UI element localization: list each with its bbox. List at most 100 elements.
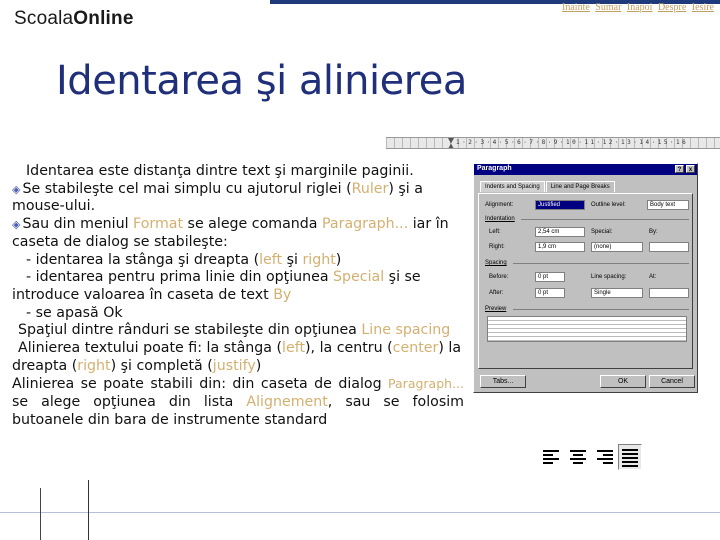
diamond-bullet-icon: ◈ [12,218,21,232]
after-input[interactable]: 0 pt [535,288,565,298]
tab-indents-spacing[interactable]: Indents and Spacing [480,181,545,192]
special-label: Special: [591,229,613,235]
at-label: At: [649,274,657,280]
keyword: By [273,286,292,303]
right-indent-input[interactable]: 1,9 cm [535,242,585,252]
logo: ScoalaOnline [14,8,134,29]
keyword: left [282,340,306,357]
nav-iesire[interactable]: Iesire [692,2,714,13]
paragraph-4: - identarea la stânga şi dreapta (left ş… [12,252,464,270]
paragraph-1: Identarea este distanţa dintre text şi m… [12,163,464,181]
keyword: right [302,251,336,268]
keyword: left [259,251,283,268]
diamond-bullet-icon: ◈ [12,182,21,196]
alignment-select[interactable]: Justified [535,200,585,210]
by-input[interactable] [649,242,689,252]
after-label: After: [489,290,504,296]
line-spacing-select[interactable]: Single [591,288,643,298]
term-spatiul: Spaţiul [18,322,68,339]
keyword: right [77,357,111,374]
align-right-icon[interactable] [592,444,616,470]
page-title: Identarea şi alinierea [56,58,467,104]
text: ), la centru ( [305,340,393,357]
keyword: Alignement [246,394,328,411]
term-alinierea: Alinierea [18,340,81,357]
text: - identarea pentru prima linie din opţiu… [26,269,334,286]
outline-level-select[interactable]: Body text [647,200,689,210]
keyword: Paragraph... [388,376,464,392]
text: ) şi completă ( [110,357,213,374]
tab-line-page-breaks[interactable]: Line and Page Breaks [545,181,615,192]
paragraph-dialog: Paragraph ? x Indents and Spacing Line an… [473,163,698,393]
special-select[interactable]: (none) [591,242,643,252]
before-input[interactable]: 0 pt [535,272,565,282]
align-left-icon[interactable] [540,444,564,470]
alignment-toolbar [540,444,642,470]
text: dintre rânduri se stabileşte din opţiune… [67,322,362,339]
text: Sau din meniul [22,216,134,233]
nav-sumar[interactable]: Sumar [595,2,621,13]
at-input[interactable] [649,288,689,298]
text: ) [255,357,262,374]
footer-vertical-line [40,488,41,540]
nav-despre[interactable]: Despre [658,2,686,13]
ruler[interactable]: 1·2·3·4·5·6·7·8·9·10·11·12·13·14·15·16 [386,137,720,149]
keyword: Format [133,216,184,233]
left-indent-input[interactable]: 2,54 cm [535,227,585,237]
keyword: center [392,340,439,357]
paragraph-6: - se apasă Ok [12,305,464,323]
footer-divider [0,512,720,513]
footer-vertical-line [88,480,89,540]
group-divider [513,263,689,264]
keyword: justify [212,357,256,374]
paragraph-8: Alinierea textului poate fi: la stânga (… [12,340,464,375]
nav-links: Inainte Sumar Inapoi Despre Iesire [559,2,714,13]
content-body: Identarea este distanţa dintre text şi m… [12,163,464,430]
outline-level-label: Outline level: [591,202,626,208]
alignment-label: Alignment: [485,202,514,208]
dialog-tabs: Indents and Spacing Line and Page Breaks [480,181,616,193]
text: - se apasă Ok [26,304,123,321]
line-spacing-label: Line spacing: [591,274,627,280]
text: şi [282,251,303,268]
text: - identarea la stânga şi dreapta ( [26,251,260,268]
paragraph-7: Spaţiul dintre rânduri se stabileşte din… [12,322,464,340]
text: Alinierea se poate stabili din: din case… [12,376,389,393]
text: ) [335,251,342,268]
preview-group-label: Preview [485,306,507,312]
paragraph-5: - identarea pentru prima linie din opţiu… [12,269,464,304]
nav-inapoi[interactable]: Inapoi [627,2,653,13]
text: textului poate fi: la stânga ( [80,340,283,357]
dialog-title: Paragraph [477,165,512,172]
term-identarea: Identarea [26,163,95,179]
ok-button[interactable]: OK [600,375,646,388]
keyword: Ruler [351,180,389,197]
tabs-button[interactable]: Tabs... [480,375,526,388]
ruler-numbers: 1·2·3·4·5·6·7·8·9·10·11·12·13·14·15·16 [456,139,689,146]
indentation-group-label: Indentation [485,216,515,222]
text: se alege comanda [183,216,322,233]
dialog-panel: Alignment: Justified Outline level: Body… [478,193,693,369]
cancel-button[interactable]: Cancel [649,375,695,388]
by-label: By: [649,229,658,235]
group-divider [513,309,689,310]
close-button[interactable]: x [686,165,695,173]
right-label: Right: [489,244,505,250]
align-center-icon[interactable] [566,444,590,470]
justify-icon[interactable] [618,444,642,470]
paragraph-3: ◈ Sau din meniul Format se alege comanda … [12,216,464,251]
before-label: Before: [489,274,509,280]
spacing-group-label: Spacing [485,260,507,266]
help-button[interactable]: ? [675,165,684,173]
keyword: Special [333,269,385,286]
group-divider [521,219,689,220]
keyword: Line spacing [361,322,451,339]
nav-inainte[interactable]: Inainte [562,2,590,13]
text: este distanţa dintre text şi marginile p… [94,163,414,179]
keyword: Paragraph... [322,216,409,233]
left-label: Left: [489,229,501,235]
preview-box [487,316,687,342]
dialog-titlebar: Paragraph ? x [474,164,697,175]
text: se alege opţiunea din lista [12,394,247,411]
paragraph-2: ◈ Se stabileşte cel mai simplu cu ajutoru… [12,181,464,216]
